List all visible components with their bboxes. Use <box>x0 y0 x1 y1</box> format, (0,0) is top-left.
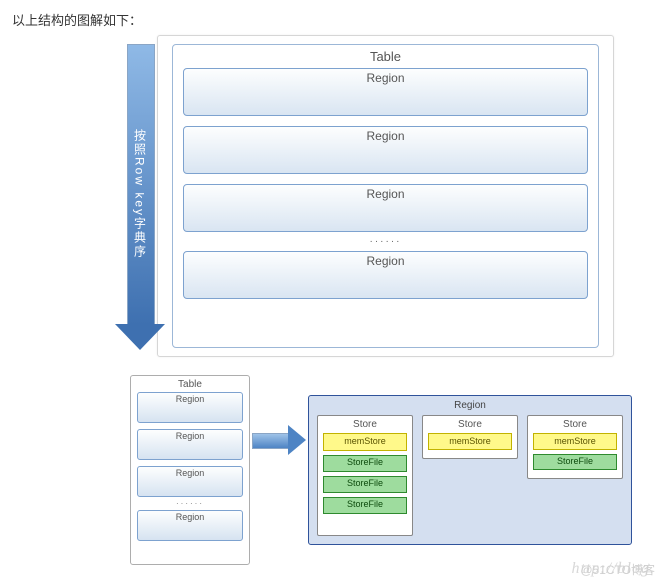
mini-ellipsis: ······ <box>137 499 243 508</box>
region-panel-title: Region <box>317 400 623 411</box>
store: Store memStore <box>422 415 518 459</box>
store: Store memStore StoreFile <box>527 415 623 479</box>
region-box: Region <box>183 126 588 174</box>
store-title: Store <box>353 419 377 430</box>
arrow-label: 按照Row key字典序 <box>129 94 151 294</box>
link-arrow <box>252 427 306 453</box>
arrow-head-down-icon <box>115 324 165 350</box>
stores-row: Store memStore StoreFile StoreFile Store… <box>317 415 623 536</box>
store-title: Store <box>563 419 587 430</box>
storefile: StoreFile <box>323 497 407 514</box>
storefile: StoreFile <box>323 455 407 472</box>
page: 以上结构的图解如下： 按照Row key字典序 Table Region Reg… <box>0 0 667 582</box>
region-panel: Region Store memStore StoreFile StoreFil… <box>308 395 632 545</box>
table-frame: Table Region Region Region ······ Region <box>172 44 599 348</box>
mini-region: Region <box>137 510 243 541</box>
storefile: StoreFile <box>323 476 407 493</box>
table-title: Table <box>183 49 588 64</box>
arrow-shaft <box>252 433 290 449</box>
mini-table-title: Table <box>137 379 243 390</box>
storefile: StoreFile <box>533 454 617 470</box>
memstore: memStore <box>323 433 407 451</box>
mini-region: Region <box>137 392 243 423</box>
top-diagram: 按照Row key字典序 Table Region Region Region … <box>157 35 614 357</box>
mini-region: Region <box>137 429 243 460</box>
intro-text: 以上结构的图解如下： <box>12 10 655 29</box>
memstore: memStore <box>428 433 512 450</box>
bottom-diagram: Table Region Region Region ······ Region… <box>12 375 655 575</box>
store: Store memStore StoreFile StoreFile Store… <box>317 415 413 536</box>
region-box: Region <box>183 68 588 116</box>
store-title: Store <box>458 419 482 430</box>
region-box: Region <box>183 251 588 299</box>
region-box: Region <box>183 184 588 232</box>
mini-table: Table Region Region Region ······ Region <box>130 375 250 565</box>
arrow-head-right-icon <box>288 425 306 455</box>
ellipsis: ······ <box>183 236 588 247</box>
mini-region: Region <box>137 466 243 497</box>
vertical-arrow: 按照Row key字典序 <box>123 44 157 354</box>
memstore: memStore <box>533 433 617 450</box>
